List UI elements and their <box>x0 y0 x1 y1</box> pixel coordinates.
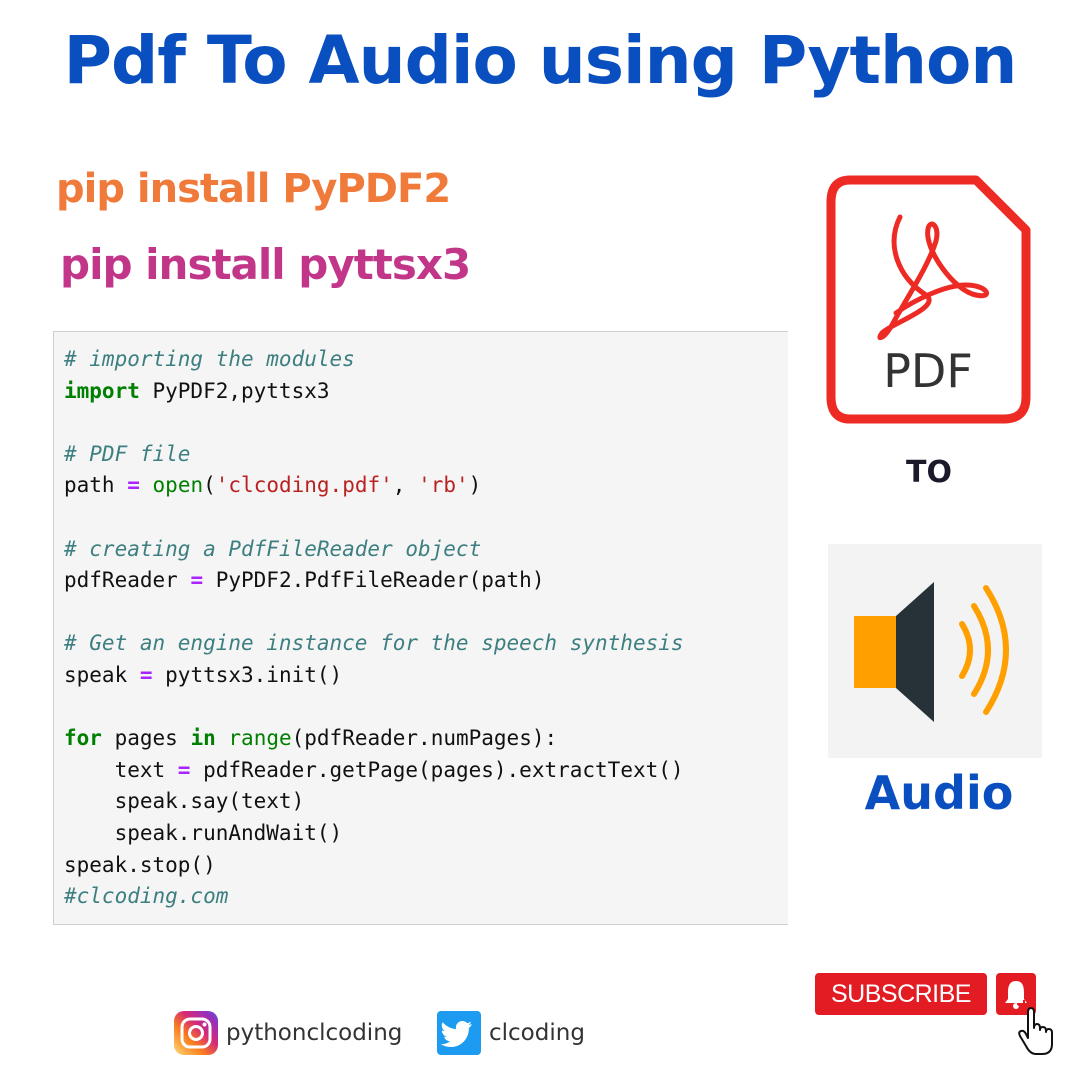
code-token-comment: # creating a PdfFileReader object <box>64 536 482 561</box>
code-token-builtin: range <box>228 726 292 751</box>
code-token-comment: #clcoding.com <box>64 884 229 909</box>
install-command-pypdf2: pip install PyPDF2 <box>56 166 451 212</box>
code-token-plain: , <box>392 473 419 498</box>
code-block: # importing the modules import PyPDF2,pyt… <box>53 331 788 925</box>
code-token-plain: pyttsx3.init() <box>152 662 343 687</box>
code-token-plain: (pdfReader.numPages): <box>291 726 558 751</box>
code-line: speak.say(text) <box>64 786 788 818</box>
code-token-plain: pages <box>101 726 191 751</box>
twitter-link[interactable]: clcoding <box>437 1011 585 1055</box>
code-token-plain: speak.runAndWait() <box>64 820 343 845</box>
code-token-comment: # importing the modules <box>64 347 355 371</box>
code-token-plain: PyPDF2,pyttsx3 <box>139 378 330 403</box>
subscribe-button[interactable]: SUBSCRIBE <box>815 973 987 1015</box>
instagram-handle: pythonclcoding <box>226 1020 403 1046</box>
page-title: Pdf To Audio using Python <box>63 22 1018 99</box>
install-command-pyttsx3: pip install pyttsx3 <box>60 240 471 289</box>
code-line: path = open('clcoding.pdf', 'rb') <box>64 470 788 502</box>
code-token-op: = <box>139 662 153 687</box>
audio-label: Audio <box>864 766 1014 820</box>
speaker-icon-tile <box>828 544 1042 758</box>
code-token-plain: ( <box>203 473 216 498</box>
code-token-str: 'rb' <box>418 473 469 498</box>
code-line: text = pdfReader.getPage(pages).extractT… <box>64 755 788 787</box>
code-token-plain: speak.say(text) <box>64 789 305 814</box>
twitter-icon <box>437 1011 481 1055</box>
twitter-handle: clcoding <box>489 1020 585 1046</box>
code-token-builtin: open <box>152 473 204 498</box>
code-token-plain: ) <box>468 473 482 498</box>
code-token-kw: for <box>64 726 102 751</box>
code-token-plain: path <box>64 473 128 498</box>
code-token-kw: in <box>190 726 216 751</box>
code-token-str: 'clcoding.pdf' <box>215 473 393 498</box>
code-token-plain: speak.stop() <box>64 852 216 877</box>
code-line: # creating a PdfFileReader object <box>64 534 788 566</box>
code-line: # Get an engine instance for the speech … <box>64 628 788 660</box>
code-line: # importing the modules <box>64 344 788 376</box>
code-token-op: = <box>177 757 191 782</box>
pointer-hand-icon <box>1013 1000 1053 1055</box>
code-token-op: = <box>190 568 204 593</box>
pdf-file-icon: PDF <box>826 175 1031 424</box>
code-token-comment: # Get an engine instance for the speech … <box>64 631 684 656</box>
code-line: speak.runAndWait() <box>64 818 788 850</box>
code-line: # PDF file <box>64 439 788 471</box>
to-label: TO <box>906 455 952 490</box>
speaker-icon <box>854 582 1009 722</box>
code-line: speak.stop() <box>64 850 788 882</box>
code-line: for pages in range(pdfReader.numPages): <box>64 723 788 755</box>
code-token-plain: pdfReader <box>64 568 191 593</box>
code-line: #clcoding.com <box>64 881 788 913</box>
code-line: pdfReader = PyPDF2.PdfFileReader(path) <box>64 565 788 597</box>
code-line: import PyPDF2,pyttsx3 <box>64 376 788 408</box>
code-token-plain: speak <box>64 662 140 687</box>
instagram-icon <box>174 1011 218 1055</box>
code-token-plain: pdfReader.getPage(pages).extractText() <box>190 757 684 782</box>
pdf-label: PDF <box>883 344 973 398</box>
code-token-op: = <box>127 473 140 498</box>
instagram-link[interactable]: pythonclcoding <box>174 1011 402 1055</box>
code-token-comment: # PDF file <box>64 441 191 466</box>
code-token-plain: PyPDF2.PdfFileReader(path) <box>203 568 545 593</box>
code-line: speak = pyttsx3.init() <box>64 660 788 692</box>
code-token-plain: text <box>64 757 178 782</box>
code-token-kw: import <box>64 378 140 403</box>
